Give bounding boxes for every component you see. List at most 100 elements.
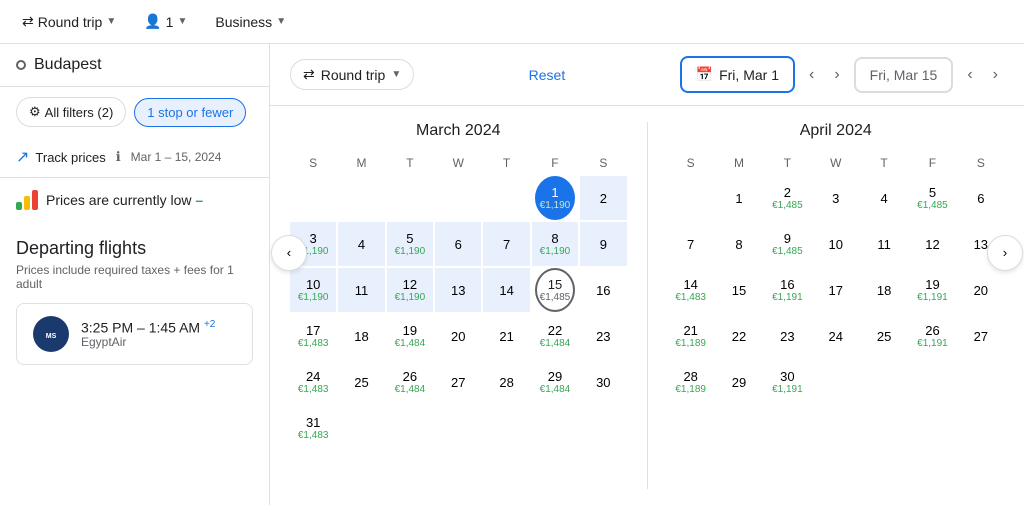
- day-cell[interactable]: 7: [668, 222, 714, 266]
- start-date-prev-button[interactable]: ‹: [803, 62, 820, 88]
- circle-icon: [16, 60, 26, 70]
- day-cell[interactable]: 20: [958, 268, 1004, 312]
- trip-type-button[interactable]: ⇄ Round trip ▼: [12, 7, 126, 36]
- prices-low-banner: Prices are currently low –: [0, 177, 269, 222]
- day-cell[interactable]: 12€1,190: [387, 268, 433, 312]
- day-cell[interactable]: 30: [580, 360, 626, 404]
- day-cell[interactable]: 15: [716, 268, 762, 312]
- day-cell[interactable]: 9€1,485: [764, 222, 810, 266]
- day-cell[interactable]: 6: [435, 222, 481, 266]
- start-date-next-button[interactable]: ›: [828, 62, 845, 88]
- day-number: 22: [732, 330, 746, 343]
- start-date-button[interactable]: 📅 Fri, Mar 1: [680, 56, 795, 93]
- day-of-week-label: F: [532, 152, 578, 174]
- day-cell[interactable]: 28€1,189: [668, 360, 714, 404]
- day-cell[interactable]: 6: [958, 176, 1004, 220]
- day-cell[interactable]: 10€1,190: [290, 268, 336, 312]
- day-cell[interactable]: 3: [813, 176, 859, 220]
- day-cell[interactable]: 2: [580, 176, 626, 220]
- reset-button[interactable]: Reset: [529, 67, 566, 83]
- trip-type-label: Round trip: [38, 14, 103, 30]
- day-cell[interactable]: 15€1,485: [535, 268, 575, 312]
- all-filters-button[interactable]: ⚙ All filters (2): [16, 97, 126, 127]
- day-cell[interactable]: 10: [813, 222, 859, 266]
- day-price: €1,190: [540, 201, 571, 211]
- end-date-next-button[interactable]: ›: [987, 62, 1004, 88]
- day-cell[interactable]: 29: [716, 360, 762, 404]
- day-number: 10: [306, 278, 320, 291]
- day-cell[interactable]: 27: [958, 314, 1004, 358]
- day-number: 3: [832, 192, 839, 205]
- flight-time-text: 3:25 PM – 1:45 AM: [81, 319, 200, 335]
- day-of-week-label: S: [668, 152, 714, 174]
- day-cell[interactable]: 16: [580, 268, 626, 312]
- filters-bar: ⚙ All filters (2) 1 stop or fewer: [0, 87, 269, 137]
- day-cell: [338, 406, 384, 450]
- cabin-button[interactable]: Business ▼: [205, 8, 296, 36]
- day-cell: [483, 176, 529, 220]
- day-cell[interactable]: 26€1,484: [387, 360, 433, 404]
- day-cell[interactable]: 21: [483, 314, 529, 358]
- day-cell[interactable]: 8€1,190: [532, 222, 578, 266]
- day-cell[interactable]: 2€1,485: [764, 176, 810, 220]
- day-cell[interactable]: 13: [435, 268, 481, 312]
- day-cell[interactable]: 23: [764, 314, 810, 358]
- day-cell[interactable]: 25: [338, 360, 384, 404]
- day-number: 13: [451, 284, 465, 297]
- day-cell[interactable]: 30€1,191: [764, 360, 810, 404]
- day-cell[interactable]: 1€1,190: [535, 176, 575, 220]
- day-cell[interactable]: 7: [483, 222, 529, 266]
- day-number: 21: [499, 330, 513, 343]
- day-cell[interactable]: 20: [435, 314, 481, 358]
- day-cell[interactable]: 31€1,483: [290, 406, 336, 450]
- day-cell[interactable]: 14€1,483: [668, 268, 714, 312]
- day-cell[interactable]: 9: [580, 222, 626, 266]
- search-input[interactable]: [34, 56, 253, 74]
- day-cell[interactable]: 22€1,484: [532, 314, 578, 358]
- day-cell[interactable]: 21€1,189: [668, 314, 714, 358]
- calendar-prev-button[interactable]: ‹: [271, 235, 307, 271]
- flight-card[interactable]: MS 3:25 PM – 1:45 AM +2 EgyptAir: [16, 303, 253, 365]
- day-cell[interactable]: 18: [861, 268, 907, 312]
- prices-low-tag: –: [195, 192, 203, 208]
- day-cell[interactable]: 24€1,483: [290, 360, 336, 404]
- day-cell[interactable]: 5€1,485: [909, 176, 955, 220]
- day-cell: [387, 406, 433, 450]
- day-cell[interactable]: 18: [338, 314, 384, 358]
- day-cell[interactable]: 11: [338, 268, 384, 312]
- calendar-next-button[interactable]: ›: [987, 235, 1023, 271]
- day-cell[interactable]: 4: [861, 176, 907, 220]
- day-cell[interactable]: 22: [716, 314, 762, 358]
- day-price: €1,484: [540, 339, 571, 349]
- day-cell[interactable]: 17€1,483: [290, 314, 336, 358]
- day-cell[interactable]: 23: [580, 314, 626, 358]
- day-cell[interactable]: 29€1,484: [532, 360, 578, 404]
- day-cell[interactable]: 25: [861, 314, 907, 358]
- day-cell[interactable]: 5€1,190: [387, 222, 433, 266]
- day-cell[interactable]: 24: [813, 314, 859, 358]
- day-cell[interactable]: 1: [716, 176, 762, 220]
- day-cell[interactable]: 19€1,191: [909, 268, 955, 312]
- day-cell[interactable]: 28: [483, 360, 529, 404]
- day-cell[interactable]: 17: [813, 268, 859, 312]
- day-cell[interactable]: 8: [716, 222, 762, 266]
- day-cell[interactable]: 27: [435, 360, 481, 404]
- departing-title: Departing flights: [16, 238, 253, 259]
- end-date-prev-button[interactable]: ‹: [961, 62, 978, 88]
- end-date-button[interactable]: Fri, Mar 15: [854, 57, 954, 93]
- day-price: €1,483: [298, 385, 329, 395]
- cal-trip-type-button[interactable]: ⇄ Round trip ▼: [290, 59, 414, 90]
- day-cell[interactable]: 11: [861, 222, 907, 266]
- day-cell[interactable]: 16€1,191: [764, 268, 810, 312]
- day-cell[interactable]: 19€1,484: [387, 314, 433, 358]
- day-number: 18: [354, 330, 368, 343]
- day-cell[interactable]: 12: [909, 222, 955, 266]
- day-cell[interactable]: 26€1,191: [909, 314, 955, 358]
- day-cell[interactable]: 14: [483, 268, 529, 312]
- day-number: 24: [829, 330, 843, 343]
- passengers-button[interactable]: 👤 1 ▼: [134, 7, 197, 36]
- day-number: 30: [596, 376, 610, 389]
- stop-filter-button[interactable]: 1 stop or fewer: [134, 98, 246, 127]
- day-cell[interactable]: 4: [338, 222, 384, 266]
- cal-trip-type-label: Round trip: [321, 67, 386, 83]
